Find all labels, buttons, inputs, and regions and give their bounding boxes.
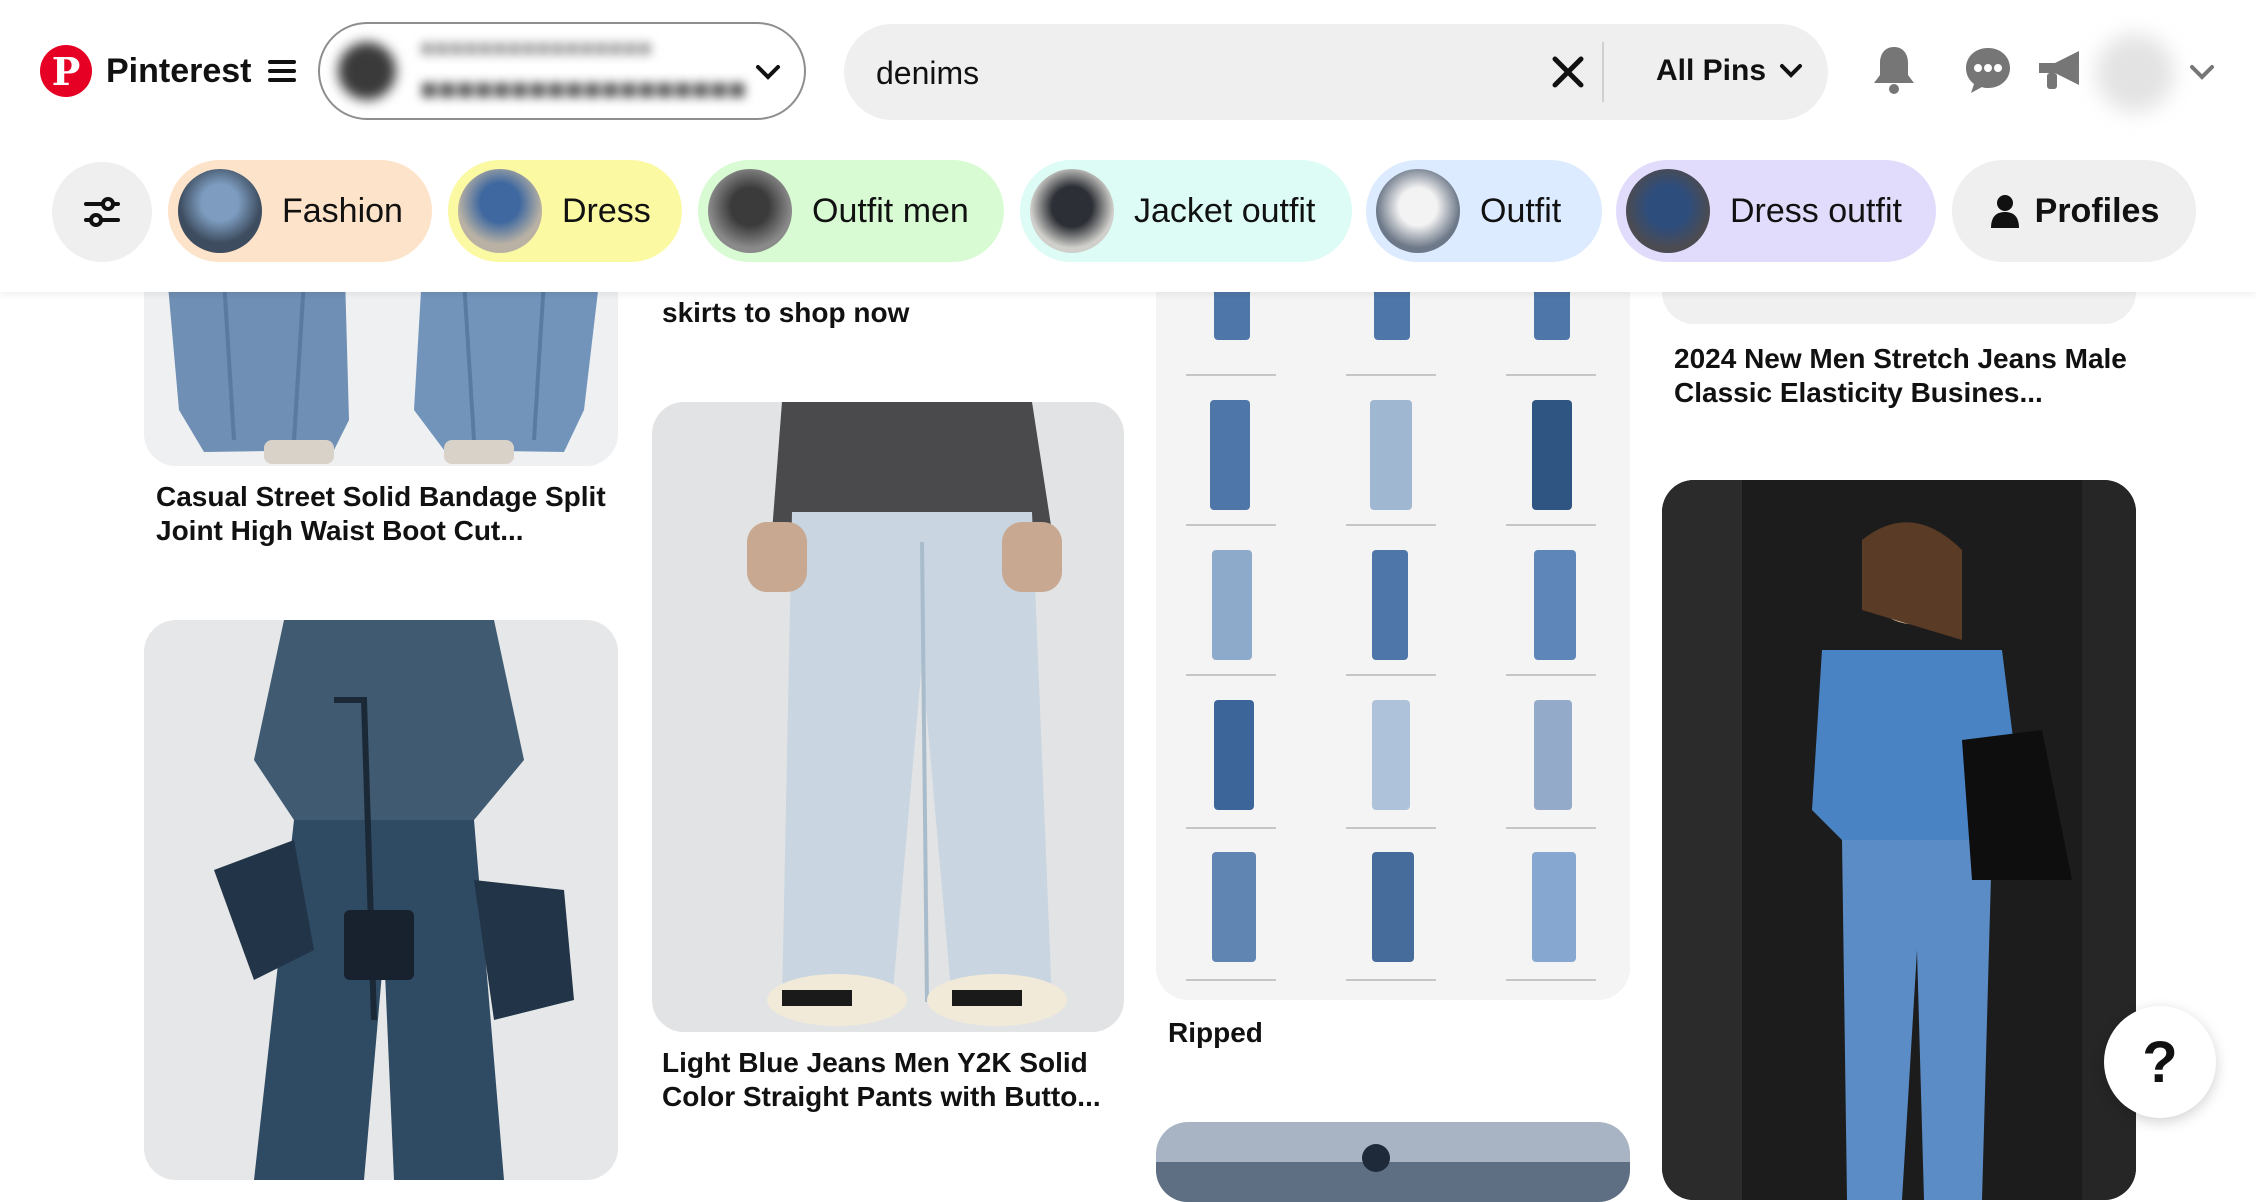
search-scope-label: All Pins <box>1656 54 1767 87</box>
megaphone-icon[interactable] <box>2030 40 2090 100</box>
filters-button[interactable] <box>52 162 152 262</box>
search-divider <box>1602 42 1604 102</box>
brand-name: Pinterest <box>106 51 252 90</box>
pin-title[interactable]: Casual Street Solid Bandage Split Joint … <box>156 480 616 548</box>
account-switcher[interactable]: ■■■■■■■■■■■■■■■■ ■■■■■■■■■■■■■■■■■■ <box>318 22 806 120</box>
search-input[interactable] <box>874 44 1558 102</box>
pin-title[interactable]: Ripped <box>1168 1016 1263 1050</box>
chevron-down-icon <box>1780 64 1803 78</box>
pin-title[interactable]: skirts to shop now <box>662 296 1122 330</box>
chip-dress-outfit[interactable]: Dress outfit <box>1616 160 1936 262</box>
profiles-button[interactable]: Profiles <box>1952 160 2196 262</box>
chip-thumbnail <box>708 169 792 253</box>
pin-image-denim-shirt-woman[interactable] <box>1662 480 2136 1200</box>
chip-label: Outfit <box>1480 191 1562 230</box>
person-icon <box>1990 195 2019 228</box>
leather-outfit-illustration <box>144 620 618 1180</box>
chip-label: Fashion <box>282 191 403 230</box>
chip-thumbnail <box>458 169 542 253</box>
pin-image-leather-outfit[interactable] <box>144 620 618 1180</box>
chip-label: Dress <box>562 191 651 230</box>
top-bar: P Pinterest ■■■■■■■■■■■■■■■■ ■■■■■■■■■■■… <box>0 0 2256 292</box>
account-avatar <box>338 42 396 100</box>
chip-thumbnail <box>178 169 262 253</box>
chip-thumbnail <box>1030 169 1114 253</box>
chip-outfit-men[interactable]: Outfit men <box>698 160 1004 262</box>
chip-thumbnail <box>1626 169 1710 253</box>
chip-jacket-outfit[interactable]: Jacket outfit <box>1020 160 1352 262</box>
menu-icon-bar <box>267 60 296 64</box>
help-button[interactable]: ? <box>2104 1006 2216 1118</box>
account-email-blurred: ■■■■■■■■■■■■■■■■ <box>420 35 652 62</box>
menu-icon-bar <box>267 69 296 73</box>
search-scope-dropdown[interactable]: All Pins <box>1656 54 1804 88</box>
pinterest-logo-icon: P <box>40 45 92 97</box>
chip-dress[interactable]: Dress <box>448 160 682 262</box>
chip-label: Dress outfit <box>1730 191 1902 230</box>
chevron-down-icon[interactable] <box>754 58 782 91</box>
pin-image-light-jeans-men[interactable] <box>652 402 1124 1032</box>
menu-icon-bar <box>267 78 296 82</box>
denim-shirt-woman-illustration <box>1662 480 2136 1200</box>
pin-title[interactable]: 2024 New Men Stretch Jeans Male Classic … <box>1674 342 2130 410</box>
chip-thumbnail <box>1376 169 1460 253</box>
clear-icon[interactable] <box>1542 46 1594 98</box>
menu-icon[interactable] <box>267 60 296 82</box>
pinterest-logo[interactable]: P Pinterest <box>40 45 296 97</box>
profiles-label: Profiles <box>2034 191 2160 230</box>
account-info-blurred: ■■■■■■■■■■■■■■■■ ■■■■■■■■■■■■■■■■■■ <box>420 35 746 107</box>
pin-image-partial[interactable] <box>1156 1122 1630 1202</box>
filters-icon <box>84 197 120 227</box>
chevron-down-icon[interactable] <box>2188 58 2216 91</box>
light-jeans-illustration <box>652 402 1124 1032</box>
pin-title[interactable]: Light Blue Jeans Men Y2K Solid Color Str… <box>662 1046 1122 1114</box>
chat-icon[interactable] <box>1958 40 2018 100</box>
account-name-blurred: ■■■■■■■■■■■■■■■■■■ <box>420 73 747 106</box>
chip-label: Outfit men <box>812 191 969 230</box>
ripped-jeans-grid-illustration <box>1156 240 1630 1000</box>
bell-icon[interactable] <box>1864 40 1924 100</box>
chip-outfit[interactable]: Outfit <box>1366 160 1602 262</box>
avatar[interactable] <box>2096 34 2174 112</box>
chip-fashion[interactable]: Fashion <box>168 160 432 262</box>
pin-image-ripped-jeans-grid[interactable] <box>1156 240 1630 1000</box>
chip-label: Jacket outfit <box>1134 191 1316 230</box>
partial-pin-illustration <box>1156 1122 1630 1202</box>
search-bar: All Pins <box>844 24 1828 120</box>
